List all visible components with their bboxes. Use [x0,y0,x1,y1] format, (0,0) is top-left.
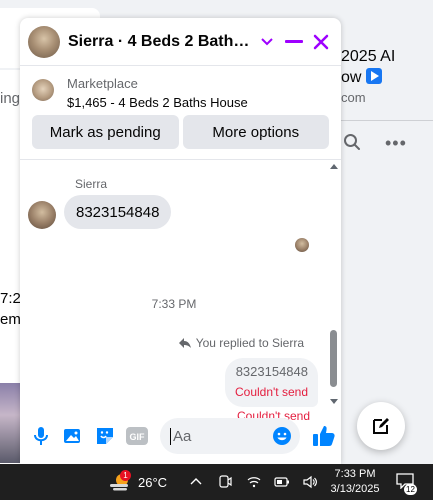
temperature[interactable]: 26°C [138,475,167,490]
scrollbar-thumb[interactable] [330,330,337,387]
background-photo [0,383,20,463]
chat-header[interactable]: Sierra · 4 Beds 2 Baths House [20,18,341,66]
listing-thumbnail [32,79,54,101]
listing-text: Marketplace $1,465 - 4 Beds 2 Baths Hous… [67,76,248,110]
outgoing-message-text: 8323154848 [235,364,308,379]
background-title-line2: ow [341,68,382,87]
more-options-button[interactable]: More options [182,115,329,149]
reply-icon [178,338,191,348]
more-dots-icon[interactable]: ••• [385,133,407,154]
taskbar: 1 26°C 7:33 PM 3/13/2025 12 [0,464,433,500]
scroll-up-arrow[interactable] [330,164,338,169]
composer: GIF [20,416,341,456]
svg-text:GIF: GIF [130,432,146,442]
sticker-icon[interactable] [94,425,116,447]
scroll-down-arrow[interactable] [330,399,338,404]
reply-label: You replied to Sierra [195,336,304,350]
system-clock[interactable]: 7:33 PM 3/13/2025 [330,467,380,497]
wifi-icon[interactable] [246,474,262,490]
close-icon[interactable] [310,30,333,54]
listing-actions: Mark as pending More options [32,115,329,149]
search-icon[interactable] [343,133,361,156]
marketplace-listing[interactable]: Marketplace $1,465 - 4 Beds 2 Baths Hous… [32,76,332,110]
weather-badge: 1 [120,470,131,481]
scrollbar[interactable] [328,160,341,408]
avatar[interactable] [28,201,56,229]
message-list: Sierra 8323154848 7:33 PM You replied to… [20,160,328,423]
reply-indicator: You replied to Sierra [178,336,304,350]
incoming-message[interactable]: 8323154848 [64,195,172,229]
minimize-icon[interactable] [283,30,306,54]
volume-icon[interactable] [302,474,318,490]
background-title-text: ow [341,69,362,86]
send-failed-label: Couldn't send [234,385,308,399]
chevron-down-icon[interactable] [255,30,278,54]
outgoing-message[interactable]: 8323154848 Couldn't send [224,358,318,407]
clock-time: 7:33 PM [334,468,376,480]
chat-title[interactable]: Sierra · 4 Beds 2 Baths House [68,33,251,51]
background-divider [340,120,433,121]
like-icon[interactable] [312,424,336,448]
sender-name: Sierra [75,177,108,191]
microphone-icon[interactable] [30,425,52,447]
chevron-up-icon[interactable] [188,474,204,490]
gif-icon[interactable]: GIF [126,425,148,447]
meet-now-icon[interactable] [217,474,233,490]
message-input-container[interactable] [160,418,300,454]
play-icon [365,68,382,84]
emoji-icon[interactable] [272,426,292,446]
listing-label: Marketplace [67,76,138,91]
avatar[interactable] [28,25,60,58]
message-timestamp: 7:33 PM [151,297,197,311]
compose-icon [373,418,389,434]
background-domain: com [341,90,366,105]
mark-as-pending-button[interactable]: Mark as pending [32,115,179,149]
notification-count: 12 [404,484,417,495]
clock-date: 3/13/2025 [330,483,380,495]
photo-icon[interactable] [62,425,84,447]
battery-icon[interactable] [274,474,290,490]
message-input[interactable] [170,427,270,445]
chat-window: Sierra · 4 Beds 2 Baths House Marketplac… [20,18,341,464]
background-title-line1: 2025 AI [341,48,396,65]
new-message-button[interactable] [357,402,405,450]
background-fragment: ing [0,90,21,107]
seen-indicator [295,238,309,252]
listing-title: $1,465 - 4 Beds 2 Baths House [67,95,248,110]
